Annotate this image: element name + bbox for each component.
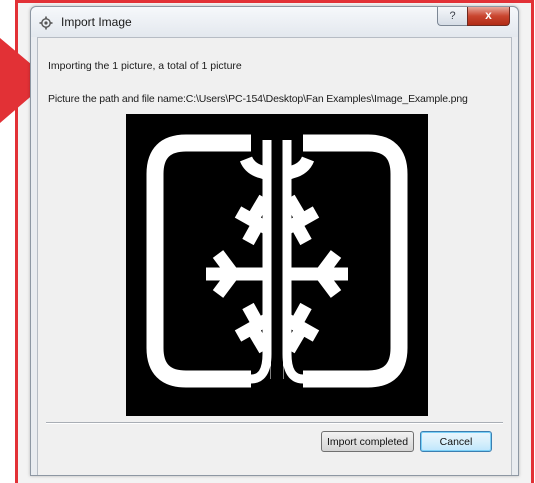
file-path-text: Picture the path and file name:C:\Users\… <box>48 93 468 105</box>
separator-line <box>46 422 503 424</box>
import-completed-button[interactable]: Import completed <box>321 431 414 452</box>
import-count-text: Importing the 1 picture, a total of 1 pi… <box>48 60 242 72</box>
gear-icon <box>39 16 53 30</box>
close-button[interactable]: x <box>467 7 510 26</box>
snowflake-fan-logo <box>126 114 428 416</box>
dialog-title: Import Image <box>61 15 132 29</box>
cancel-button[interactable]: Cancel <box>420 431 492 452</box>
image-preview <box>126 114 428 416</box>
help-button[interactable]: ? <box>437 7 467 26</box>
title-bar-buttons: ? x <box>437 7 510 27</box>
dialog-content: Importing the 1 picture, a total of 1 pi… <box>37 37 512 475</box>
import-image-dialog: Import Image ? x Importing the 1 picture… <box>30 6 519 476</box>
title-bar[interactable]: Import Image ? x <box>31 7 518 37</box>
